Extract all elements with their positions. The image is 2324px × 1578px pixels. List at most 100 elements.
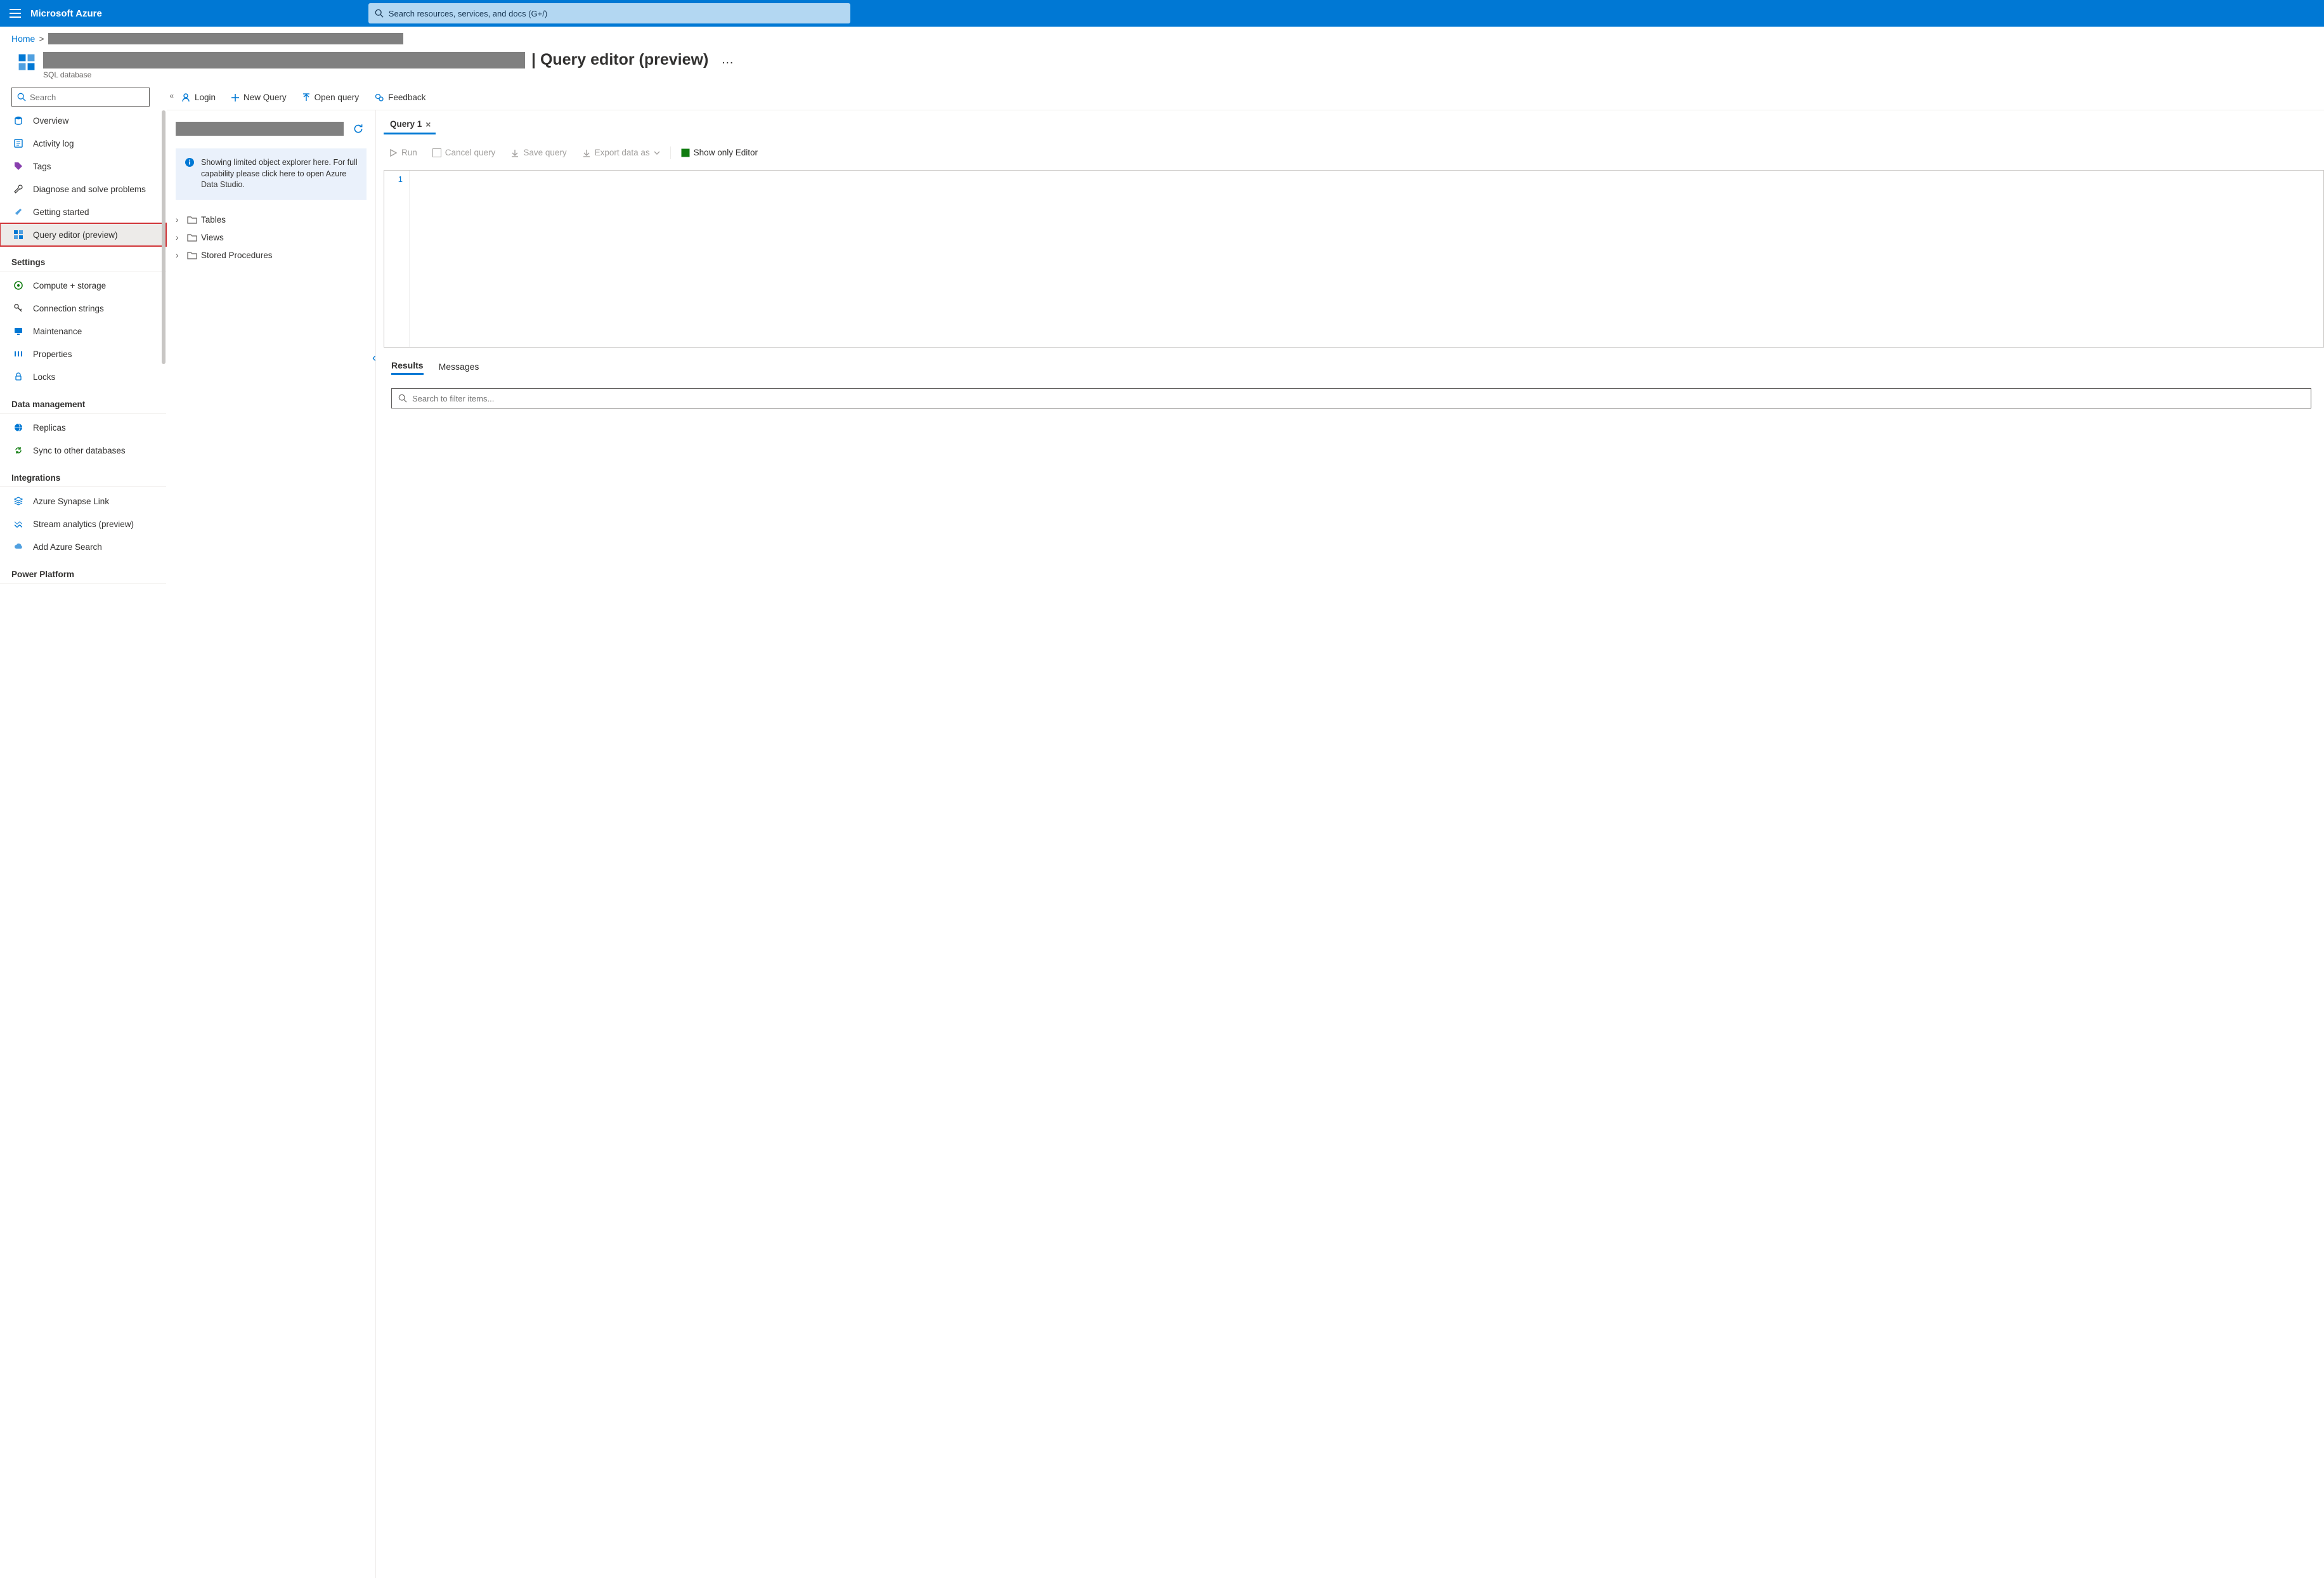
breadcrumb-home[interactable]: Home [11, 34, 35, 44]
lock-icon [13, 371, 24, 382]
cancel-query-button[interactable]: Cancel query [427, 143, 501, 163]
sidebar-item-overview[interactable]: Overview [0, 109, 166, 132]
stream-icon [13, 518, 24, 530]
global-search[interactable] [368, 3, 850, 23]
sidebar-item-tags[interactable]: Tags [0, 155, 166, 178]
sidebar-item-label: Connection strings [33, 304, 104, 313]
sidebar-item-activity-log[interactable]: Activity log [0, 132, 166, 155]
sidebar-item-stream-analytics[interactable]: Stream analytics (preview) [0, 512, 166, 535]
oe-node-stored-procedures[interactable]: › Stored Procedures [176, 247, 367, 264]
page-title: | Query editor (preview) [531, 51, 708, 69]
sidebar-item-compute[interactable]: Compute + storage [0, 274, 166, 297]
results-filter[interactable] [391, 388, 2311, 408]
separator [670, 147, 671, 159]
globe-icon [13, 422, 24, 433]
qcmd-label: Cancel query [445, 148, 496, 157]
login-button[interactable]: Login [174, 87, 222, 108]
sidebar-item-label: Azure Synapse Link [33, 497, 109, 506]
wrench-icon [13, 183, 24, 195]
sidebar-item-getting-started[interactable]: Getting started [0, 200, 166, 223]
content-area: Login New Query Open query Feedback [166, 85, 2324, 1578]
sidebar-item-synapse-link[interactable]: Azure Synapse Link [0, 490, 166, 512]
refresh-button[interactable] [350, 121, 367, 137]
sidebar-item-properties[interactable]: Properties [0, 342, 166, 365]
code-editor[interactable]: 1 [384, 170, 2324, 348]
info-text: Showing limited object explorer here. Fo… [201, 157, 358, 191]
sidebar-item-label: Maintenance [33, 327, 82, 336]
page-title-row: | Query editor (preview) … SQL database [0, 48, 2324, 81]
chevron-right-icon: › [176, 251, 183, 260]
play-icon [389, 148, 398, 157]
command-bar: Login New Query Open query Feedback [167, 85, 2324, 110]
search-icon [17, 93, 26, 101]
log-icon [13, 138, 24, 149]
feedback-icon [374, 93, 384, 103]
chevron-right-icon: › [176, 233, 183, 242]
scrollbar[interactable] [162, 110, 166, 364]
breadcrumb: Home > [0, 27, 2324, 48]
feedback-button[interactable]: Feedback [368, 87, 432, 108]
line-number: 1 [384, 174, 403, 184]
cmd-label: Login [195, 93, 216, 102]
folder-icon [187, 251, 197, 260]
cloud-search-icon [13, 541, 24, 552]
close-tab-button[interactable]: × [425, 119, 431, 129]
sidebar-item-replicas[interactable]: Replicas [0, 416, 166, 439]
plus-icon [231, 93, 240, 102]
code-area[interactable] [410, 171, 2323, 347]
tab-label: Query 1 [390, 119, 422, 129]
oe-node-tables[interactable]: › Tables [176, 211, 367, 229]
qcmd-label: Save query [523, 148, 566, 157]
sidebar-item-query-editor[interactable]: Query editor (preview) [0, 223, 166, 246]
database-icon [13, 115, 24, 126]
save-query-button[interactable]: Save query [505, 143, 571, 163]
sidebar-item-label: Activity log [33, 139, 74, 148]
cmd-label: Feedback [388, 93, 425, 102]
sidebar-group-integrations: Integrations [0, 466, 166, 487]
qcmd-label: Export data as [595, 148, 650, 157]
results-tabs: Results Messages [391, 356, 2311, 379]
line-number-gutter: 1 [384, 171, 410, 347]
sidebar-search[interactable] [11, 88, 150, 107]
new-query-button[interactable]: New Query [224, 87, 293, 108]
export-data-button[interactable]: Export data as [577, 143, 665, 163]
object-explorer: Showing limited object explorer here. Fo… [167, 110, 376, 1578]
sidebar-item-label: Query editor (preview) [33, 230, 118, 240]
azure-topbar: Microsoft Azure [0, 0, 2324, 27]
chevron-down-icon [654, 150, 660, 156]
hamburger-menu-button[interactable] [0, 0, 30, 27]
sidebar-item-locks[interactable]: Locks [0, 365, 166, 388]
oe-node-label: Views [201, 233, 224, 242]
tab-results[interactable]: Results [391, 360, 424, 375]
stop-icon [432, 148, 441, 157]
info-banner[interactable]: Showing limited object explorer here. Fo… [176, 148, 367, 200]
connection-redacted [176, 122, 344, 136]
sidebar-group-settings: Settings [0, 250, 166, 271]
collapse-explorer-button[interactable]: ‹ [372, 351, 376, 365]
query-command-bar: Run Cancel query Save query Export data … [376, 140, 2324, 166]
properties-icon [13, 348, 24, 360]
azure-brand[interactable]: Microsoft Azure [30, 8, 115, 19]
sidebar-item-connection-strings[interactable]: Connection strings [0, 297, 166, 320]
person-icon [181, 93, 191, 103]
results-filter-input[interactable] [407, 394, 2304, 403]
global-search-input[interactable] [384, 9, 844, 18]
qcmd-label: Run [401, 148, 417, 157]
chevron-right-icon: › [176, 215, 183, 225]
sidebar-item-add-azure-search[interactable]: Add Azure Search [0, 535, 166, 558]
tag-icon [13, 160, 24, 172]
oe-node-views[interactable]: › Views [176, 229, 367, 247]
results-panel: Results Messages [376, 356, 2324, 408]
open-query-button[interactable]: Open query [295, 87, 366, 108]
sidebar-search-input[interactable] [26, 93, 144, 102]
sidebar-item-label: Add Azure Search [33, 542, 102, 552]
monitor-icon [13, 325, 24, 337]
sidebar-item-maintenance[interactable]: Maintenance [0, 320, 166, 342]
sidebar-item-sync[interactable]: Sync to other databases [0, 439, 166, 462]
more-button[interactable]: … [715, 53, 740, 67]
show-only-editor-button[interactable]: Show only Editor [676, 143, 763, 163]
run-button[interactable]: Run [384, 143, 422, 163]
sidebar-item-diagnose[interactable]: Diagnose and solve problems [0, 178, 166, 200]
tab-messages[interactable]: Messages [439, 362, 479, 374]
tab-query-1[interactable]: Query 1 × [384, 115, 436, 134]
